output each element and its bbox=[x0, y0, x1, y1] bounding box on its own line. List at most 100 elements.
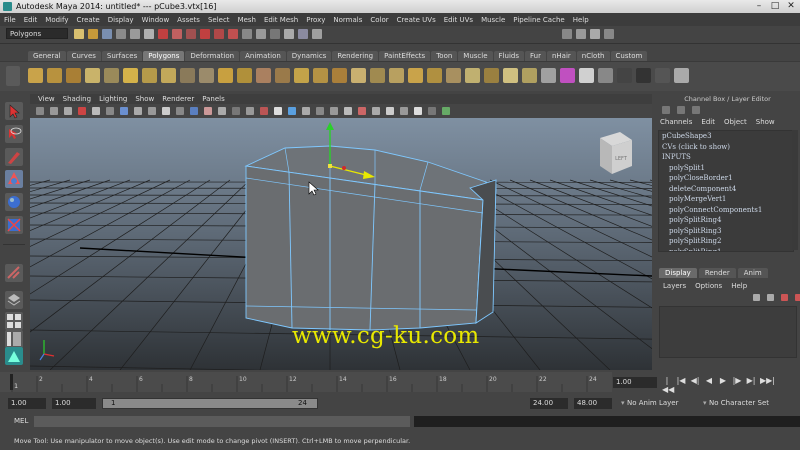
menu-edit-uvs[interactable]: Edit UVs bbox=[440, 16, 477, 24]
outliner-layout-icon[interactable] bbox=[5, 330, 23, 348]
shelf-make-hole-icon[interactable] bbox=[408, 68, 423, 83]
step-forward-key-button[interactable]: ▶| bbox=[746, 376, 756, 394]
vp-default-material-icon[interactable] bbox=[428, 107, 436, 115]
layer-tab-render[interactable]: Render bbox=[698, 268, 736, 278]
hypershade-layout-icon[interactable] bbox=[5, 347, 23, 365]
vp-2d-pan-zoom-icon[interactable] bbox=[92, 107, 100, 115]
viewport-scene[interactable]: LEFT www.cg-ku.com bbox=[30, 118, 652, 370]
tool-settings-icon[interactable] bbox=[590, 29, 600, 39]
vp-isolate-select-icon[interactable] bbox=[344, 107, 352, 115]
open-scene-icon[interactable] bbox=[88, 29, 98, 39]
perspective-viewport[interactable]: View Shading Lighting Show Renderer Pane… bbox=[30, 94, 652, 370]
step-forward-frame-button[interactable]: |▶ bbox=[732, 376, 742, 394]
shelf-separate-icon[interactable] bbox=[275, 68, 290, 83]
four-view-layout-icon[interactable] bbox=[5, 312, 23, 330]
menu-file[interactable]: File bbox=[0, 16, 20, 24]
vp-shadows-icon[interactable] bbox=[274, 107, 282, 115]
move-layer-down-icon[interactable] bbox=[767, 294, 774, 301]
menu-display[interactable]: Display bbox=[104, 16, 138, 24]
snap-plane-icon[interactable] bbox=[242, 29, 252, 39]
shelf-tab-custom[interactable]: Custom bbox=[610, 51, 648, 61]
vp-multisample-aa-icon[interactable] bbox=[316, 107, 324, 115]
shelf-tab-fur[interactable]: Fur bbox=[524, 51, 546, 61]
shelf-menu-icon[interactable] bbox=[6, 66, 20, 86]
shelf-uv-editor-icon[interactable] bbox=[674, 68, 689, 83]
vp-wireframe-on-shaded-icon[interactable] bbox=[232, 107, 240, 115]
render-icon[interactable] bbox=[284, 29, 294, 39]
shelf-plane-icon[interactable] bbox=[104, 68, 119, 83]
vp-bookmarks-icon[interactable] bbox=[64, 107, 72, 115]
vp-xray-joints-icon[interactable] bbox=[372, 107, 380, 115]
shelf-bridge-icon[interactable] bbox=[503, 68, 518, 83]
shelf-split-polygon-icon[interactable] bbox=[465, 68, 480, 83]
shelf-tab-polygons[interactable]: Polygons bbox=[143, 51, 185, 61]
input-node[interactable]: polyMergeVert1 bbox=[659, 194, 793, 205]
shelf-booleans-icon[interactable] bbox=[313, 68, 328, 83]
time-slider[interactable]: 2 4 6 8 10 12 14 16 18 20 22 24 1 bbox=[0, 372, 612, 392]
shelf-create-polygon-icon[interactable] bbox=[427, 68, 442, 83]
menu-mesh[interactable]: Mesh bbox=[234, 16, 260, 24]
input-node[interactable]: polySplitRing2 bbox=[659, 236, 793, 247]
menu-create[interactable]: Create bbox=[72, 16, 103, 24]
shelf-tab-rendering[interactable]: Rendering bbox=[332, 51, 379, 61]
go-to-start-button[interactable]: |◀◀ bbox=[662, 376, 674, 394]
vp-screen-space-ao-icon[interactable] bbox=[288, 107, 296, 115]
vp-resolution-gate-icon[interactable] bbox=[134, 107, 142, 115]
menu-edit[interactable]: Edit bbox=[20, 16, 42, 24]
shelf-cylinder-icon[interactable] bbox=[66, 68, 81, 83]
vp-film-gate-icon[interactable] bbox=[120, 107, 128, 115]
shelf-cube-icon[interactable] bbox=[47, 68, 62, 83]
vp-menu-show[interactable]: Show bbox=[131, 95, 158, 103]
vp-select-camera-icon[interactable] bbox=[36, 107, 44, 115]
shelf-combine-icon[interactable] bbox=[256, 68, 271, 83]
menu-assets[interactable]: Assets bbox=[173, 16, 204, 24]
shelf-tab-fluids[interactable]: Fluids bbox=[493, 51, 524, 61]
menu-muscle[interactable]: Muscle bbox=[477, 16, 509, 24]
layer-menu-options[interactable]: Options bbox=[695, 282, 722, 290]
input-node[interactable]: polySplitRing4 bbox=[659, 215, 793, 226]
paint-select-tool-icon[interactable] bbox=[5, 148, 23, 166]
anim-end-field[interactable]: 24.00 bbox=[530, 398, 568, 409]
shelf-append-polygon-icon[interactable] bbox=[446, 68, 461, 83]
range-slider[interactable]: 1 24 bbox=[102, 398, 318, 409]
shelf-tab-painteffects[interactable]: PaintEffects bbox=[379, 51, 431, 61]
vp-camera-attributes-icon[interactable] bbox=[50, 107, 58, 115]
vp-motion-blur-icon[interactable] bbox=[302, 107, 310, 115]
shelf-spherical-map-icon[interactable] bbox=[636, 68, 651, 83]
lasso-tool-icon[interactable] bbox=[5, 125, 23, 143]
move-layer-up-icon[interactable] bbox=[753, 294, 760, 301]
minimize-button[interactable]: – bbox=[754, 1, 764, 12]
current-time-marker[interactable] bbox=[10, 374, 13, 390]
vp-gate-mask-icon[interactable] bbox=[148, 107, 156, 115]
input-node[interactable]: polySplitRing1 bbox=[659, 247, 793, 252]
shelf-wedge-icon[interactable] bbox=[541, 68, 556, 83]
layer-tab-display[interactable]: Display bbox=[659, 268, 697, 278]
show-manipulator-icon[interactable] bbox=[5, 264, 23, 282]
shelf-cylindrical-map-icon[interactable] bbox=[617, 68, 632, 83]
mel-label[interactable]: MEL bbox=[14, 417, 28, 425]
input-node[interactable]: deleteComponent4 bbox=[659, 184, 793, 195]
both-toggle-icon[interactable] bbox=[692, 106, 700, 114]
shelf-platonic-icon[interactable] bbox=[237, 68, 252, 83]
menu-set-dropdown[interactable]: Polygons bbox=[6, 28, 68, 39]
step-back-key-button[interactable]: |◀ bbox=[676, 376, 686, 394]
menu-edit-mesh[interactable]: Edit Mesh bbox=[260, 16, 302, 24]
attribute-editor-icon[interactable] bbox=[576, 29, 586, 39]
shelf-torus-icon[interactable] bbox=[123, 68, 138, 83]
menu-help[interactable]: Help bbox=[569, 16, 593, 24]
vp-field-chart-icon[interactable] bbox=[162, 107, 170, 115]
shelf-tab-surfaces[interactable]: Surfaces bbox=[101, 51, 143, 61]
layer-menu-layers[interactable]: Layers bbox=[663, 282, 686, 290]
snap-point-icon[interactable] bbox=[228, 29, 238, 39]
close-button[interactable]: ✕ bbox=[786, 1, 796, 12]
select-mask-icon[interactable] bbox=[172, 29, 182, 39]
save-scene-icon[interactable] bbox=[102, 29, 112, 39]
vp-viewport-2-0-icon[interactable] bbox=[442, 107, 450, 115]
shelf-extract-icon[interactable] bbox=[294, 68, 309, 83]
vp-smooth-shade-icon[interactable] bbox=[218, 107, 226, 115]
menu-window[interactable]: Window bbox=[138, 16, 174, 24]
ipr-render-icon[interactable] bbox=[298, 29, 308, 39]
menu-pipeline-cache[interactable]: Pipeline Cache bbox=[509, 16, 568, 24]
shelf-tab-deformation[interactable]: Deformation bbox=[185, 51, 240, 61]
channel-box-scrollbar[interactable] bbox=[792, 130, 798, 250]
